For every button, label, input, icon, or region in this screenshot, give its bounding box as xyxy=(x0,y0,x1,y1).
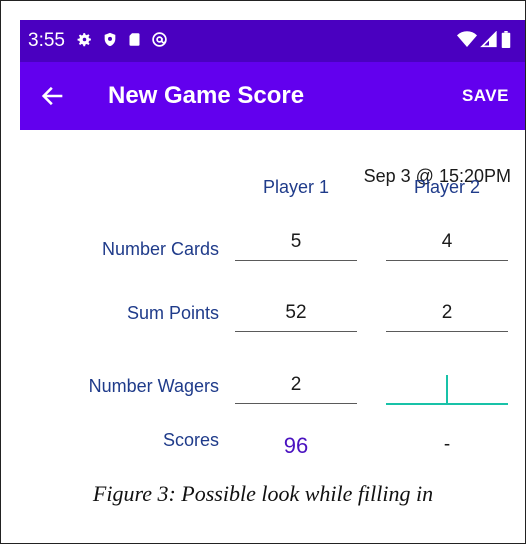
status-bar: 3:55 xyxy=(20,20,525,62)
back-button[interactable] xyxy=(38,82,68,110)
column-header-player2: Player 2 xyxy=(413,177,481,197)
arrow-left-icon xyxy=(41,86,63,106)
sum-points-player2-input[interactable]: 2 xyxy=(386,301,508,332)
save-button[interactable]: SAVE xyxy=(462,83,509,109)
status-icons-right xyxy=(457,31,511,48)
signal-icon xyxy=(480,31,497,48)
figure-frame: 3:55 New Game Score SAVE Sep 3 @ 15:20PM… xyxy=(0,0,526,544)
figure-caption: Figure 3: Possible look while filling in xyxy=(92,481,434,506)
battery-icon xyxy=(501,31,511,48)
wifi-icon xyxy=(457,31,477,47)
at-sign-icon xyxy=(152,32,167,47)
text-cursor xyxy=(446,375,448,403)
shield-icon xyxy=(104,32,116,47)
number-cards-player1-input[interactable]: 5 xyxy=(235,230,357,261)
number-wagers-player1-input[interactable]: 2 xyxy=(235,373,357,404)
status-icons-left xyxy=(76,31,168,48)
label-scores: Scores xyxy=(162,430,219,450)
label-sum-points: Sum Points xyxy=(126,303,219,323)
number-cards-player2-input[interactable]: 4 xyxy=(386,230,508,261)
status-time: 3:55 xyxy=(28,30,65,51)
column-header-player1: Player 1 xyxy=(262,177,330,197)
sd-card-icon xyxy=(129,33,140,46)
label-number-wagers: Number Wagers xyxy=(88,376,219,396)
app-bar: New Game Score SAVE xyxy=(20,62,525,130)
page-title: New Game Score xyxy=(108,82,305,109)
sum-points-player1-input[interactable]: 52 xyxy=(235,301,357,332)
score-player2: - xyxy=(443,434,451,455)
number-wagers-player2-input[interactable] xyxy=(386,373,508,405)
gear-icon xyxy=(77,33,91,47)
score-player1: 96 xyxy=(283,433,309,458)
label-number-cards: Number Cards xyxy=(101,239,219,259)
